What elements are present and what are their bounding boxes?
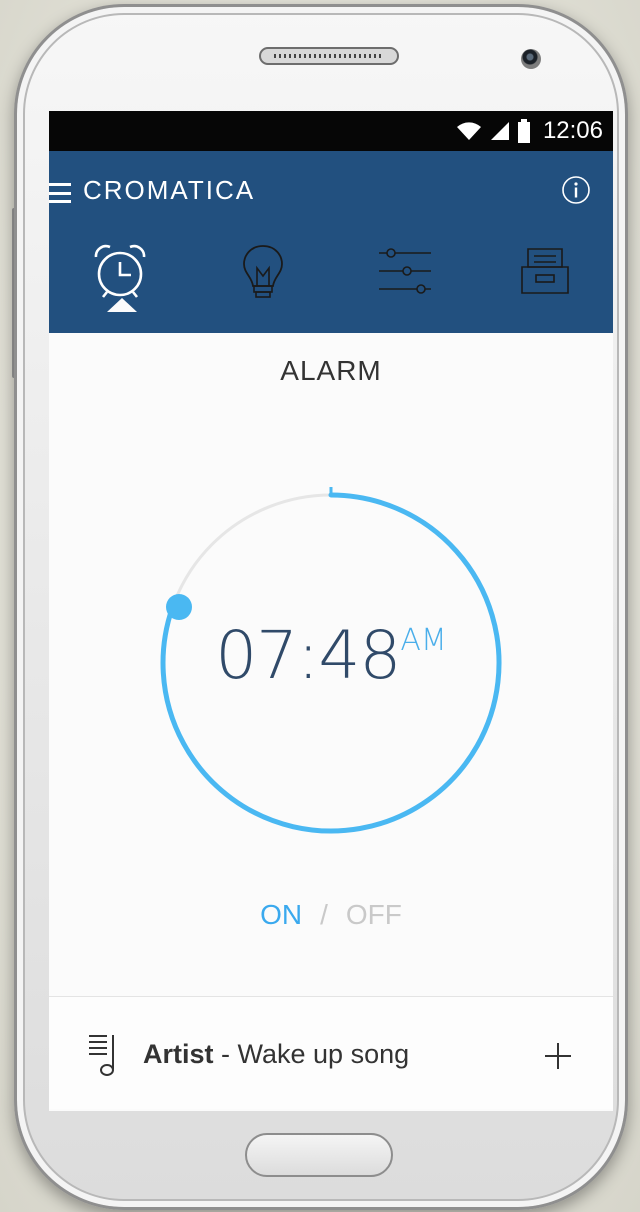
wifi-icon (456, 122, 481, 140)
screen: 12:06 CROMATICA ALARM 07:48AM ON / OFF A… (49, 111, 613, 1111)
light-bulb-icon (243, 245, 283, 298)
active-tab-indicator (107, 298, 137, 312)
status-icons: 12:06 (455, 111, 603, 151)
tab-settings[interactable] (365, 231, 445, 311)
archive-drawer-icon (521, 248, 569, 294)
front-camera (521, 49, 541, 69)
status-bar: 12:06 (49, 111, 613, 151)
song-artist: Artist (143, 1039, 214, 1069)
toggle-separator: / (320, 899, 328, 930)
song-label: Artist - Wake up song (143, 1039, 409, 1070)
alarm-song-row[interactable]: Artist - Wake up song (49, 996, 613, 1109)
app-title: CROMATICA (83, 175, 256, 205)
info-icon[interactable] (561, 175, 591, 205)
song-separator: - (213, 1039, 238, 1069)
alarm-time: 07:48 (215, 617, 401, 694)
phone-frame: 12:06 CROMATICA ALARM 07:48AM ON / OFF A… (14, 4, 628, 1210)
alarm-time-display[interactable]: 07:48AM (49, 617, 613, 694)
status-time: 12:06 (542, 117, 603, 144)
hamburger-menu-icon[interactable] (49, 183, 71, 203)
tab-light[interactable] (223, 231, 303, 311)
music-note-list-icon (89, 1035, 114, 1076)
section-title: ALARM (280, 355, 382, 386)
add-song-icon[interactable] (543, 1041, 573, 1071)
earpiece-speaker (259, 47, 399, 65)
alarm-clock-icon (94, 244, 146, 298)
app-bar: CROMATICA (49, 151, 613, 333)
tab-bar (49, 231, 613, 312)
sliders-icon (379, 248, 431, 294)
alarm-off-button[interactable]: OFF (346, 899, 402, 930)
cell-signal-icon (490, 122, 509, 140)
battery-icon (517, 119, 530, 143)
alarm-on-button[interactable]: ON (260, 899, 302, 930)
home-button[interactable] (245, 1133, 393, 1177)
alarm-ampm[interactable]: AM (400, 623, 446, 658)
alarm-toggle: ON / OFF (49, 899, 613, 931)
song-title: Wake up song (237, 1039, 410, 1069)
tab-archive[interactable] (505, 231, 585, 311)
